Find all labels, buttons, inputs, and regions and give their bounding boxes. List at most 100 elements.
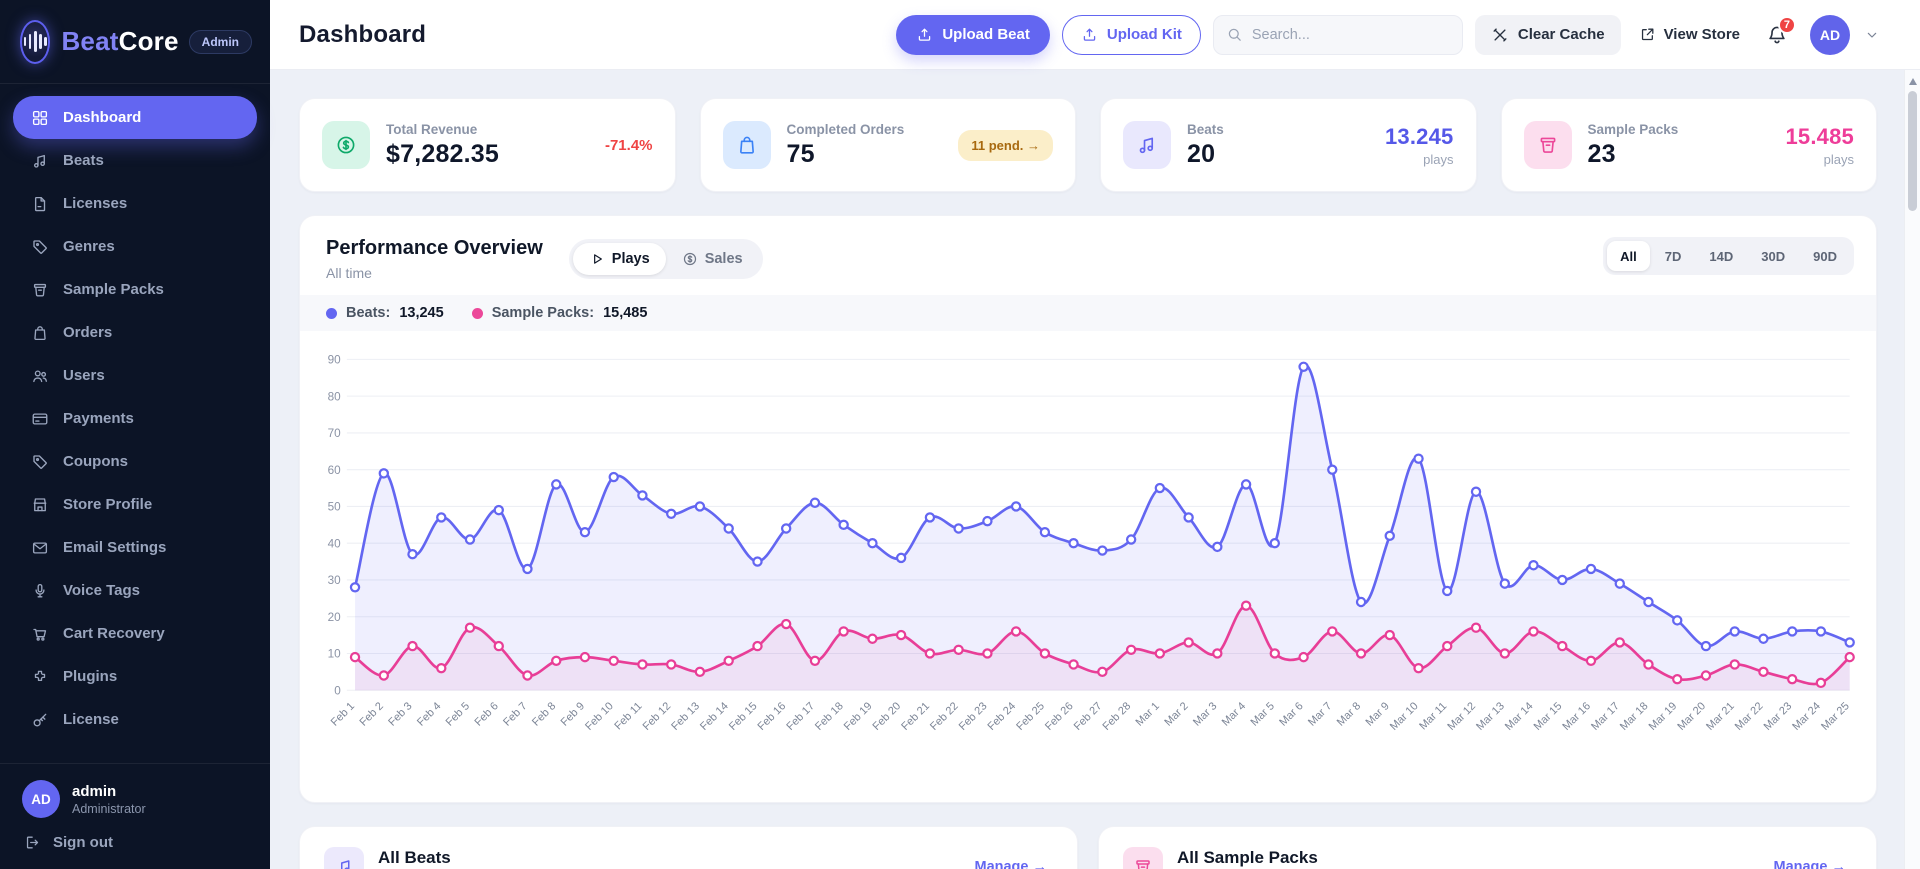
svg-text:60: 60	[328, 464, 342, 477]
tab-plays[interactable]: Plays	[572, 243, 666, 275]
sidebar-item-label: Licenses	[63, 195, 128, 212]
svg-text:Mar 11: Mar 11	[1417, 700, 1449, 732]
sidebar-item-email-settings[interactable]: Email Settings	[13, 526, 257, 569]
svg-text:Feb 1: Feb 1	[329, 700, 357, 728]
note-icon	[1123, 121, 1171, 169]
sidebar-item-label: Store Profile	[63, 496, 153, 513]
range-30d[interactable]: 30D	[1748, 241, 1798, 271]
sidebar-item-label: Orders	[63, 324, 113, 341]
scrollbar-thumb[interactable]	[1908, 91, 1917, 211]
svg-text:90: 90	[328, 354, 342, 367]
sidebar-item-store-profile[interactable]: Store Profile	[13, 483, 257, 526]
sidebar-item-orders[interactable]: Orders	[13, 311, 257, 354]
line-chart: 0 10 20 30 40 50 60 70 80 90 Feb 1 Feb 2 Feb 3 Feb 4F…	[300, 331, 1876, 802]
svg-text:Mar 15: Mar 15	[1532, 700, 1565, 733]
card-icon	[31, 410, 49, 428]
sidebar-item-genres[interactable]: Genres	[13, 225, 257, 268]
sidebar-item-voice-tags[interactable]: Voice Tags	[13, 569, 257, 612]
chart-title: Performance Overview	[326, 237, 543, 259]
notifications-button[interactable]: 7	[1766, 15, 1796, 46]
user-role: Administrator	[72, 801, 146, 816]
sidebar-item-coupons[interactable]: Coupons	[13, 440, 257, 483]
app-logo: BeatCore Admin	[0, 0, 270, 84]
svg-text:Feb 28: Feb 28	[1101, 700, 1134, 733]
cart-icon	[31, 625, 49, 643]
users-icon	[31, 367, 49, 385]
svg-text:Mar 6: Mar 6	[1277, 700, 1305, 728]
sidebar-item-license[interactable]: License	[13, 698, 257, 741]
store-icon	[31, 496, 49, 514]
note-icon	[324, 847, 364, 869]
page-scrollbar[interactable]	[1904, 70, 1920, 869]
stat-card-completed-orders: Completed Orders 75 11 pend. →	[699, 98, 1076, 192]
note-icon	[31, 152, 49, 170]
svg-text:Feb 10: Feb 10	[583, 700, 616, 733]
stat-value: 23	[1587, 139, 1616, 168]
manage-link[interactable]: Manage →	[974, 859, 1047, 869]
sidebar-item-beats[interactable]: Beats	[13, 139, 257, 182]
mail-icon	[31, 539, 49, 557]
notification-count-badge: 7	[1777, 15, 1796, 34]
range-7d[interactable]: 7D	[1652, 241, 1695, 271]
manage-link[interactable]: Manage →	[1773, 859, 1846, 869]
view-store-link[interactable]: View Store	[1639, 26, 1740, 43]
svg-text:Mar 1: Mar 1	[1134, 700, 1162, 728]
svg-text:Feb 14: Feb 14	[698, 700, 731, 733]
stat-label: Beats	[1187, 121, 1224, 137]
dollar-icon	[682, 251, 698, 267]
bag-icon	[31, 324, 49, 342]
sidebar-item-users[interactable]: Users	[13, 354, 257, 397]
tab-sales[interactable]: Sales	[666, 243, 759, 275]
sign-out-button[interactable]: Sign out	[22, 834, 248, 851]
pending-orders-badge[interactable]: 11 pend. →	[958, 129, 1053, 161]
svg-text:Feb 22: Feb 22	[928, 700, 961, 733]
mic-icon	[31, 582, 49, 600]
sidebar-item-label: Plugins	[63, 668, 118, 685]
sidebar-item-label: Coupons	[63, 453, 128, 470]
chevron-down-icon[interactable]	[1864, 27, 1880, 43]
upload-beat-button[interactable]: Upload Beat	[896, 14, 1050, 55]
tag-icon	[31, 453, 49, 471]
performance-overview-card: Performance Overview All time Plays Sales…	[299, 215, 1877, 804]
sidebar-item-plugins[interactable]: Plugins	[13, 655, 257, 698]
sidebar-item-dashboard[interactable]: Dashboard	[13, 96, 257, 139]
stat-value: 20	[1187, 139, 1216, 168]
upload-kit-button[interactable]: Upload Kit	[1061, 14, 1201, 55]
range-all[interactable]: All	[1607, 241, 1650, 271]
svg-text:Feb 25: Feb 25	[1014, 700, 1047, 733]
account-avatar[interactable]: AD	[1810, 14, 1850, 55]
chart-legend: Beats: 13,245 Sample Packs: 15,485	[300, 295, 1876, 331]
svg-text:Mar 4: Mar 4	[1220, 700, 1248, 728]
clear-cache-button[interactable]: Clear Cache	[1474, 14, 1621, 55]
sidebar-item-sample-packs[interactable]: Sample Packs	[13, 268, 257, 311]
plays-count: 15.485	[1785, 123, 1854, 149]
sidebar-item-cart-recovery[interactable]: Cart Recovery	[13, 612, 257, 655]
grid-icon	[31, 109, 49, 127]
sidebar-item-payments[interactable]: Payments	[13, 397, 257, 440]
bin-icon	[1523, 121, 1572, 169]
svg-text:Mar 24: Mar 24	[1790, 700, 1823, 733]
svg-text:Feb 21: Feb 21	[899, 700, 932, 733]
svg-text:Mar 20: Mar 20	[1675, 700, 1708, 733]
range-14d[interactable]: 14D	[1696, 241, 1746, 271]
dollar-icon	[322, 121, 370, 169]
sidebar: BeatCore Admin Dashboard Beats Licenses Gen…	[0, 0, 270, 869]
svg-text:40: 40	[328, 537, 342, 550]
svg-text:Feb 26: Feb 26	[1043, 700, 1076, 733]
doc-icon	[31, 195, 49, 213]
svg-text:Feb 8: Feb 8	[530, 700, 558, 728]
play-icon	[589, 251, 605, 267]
range-filter: All 7D 14D 30D 90D	[1603, 237, 1854, 275]
range-90d[interactable]: 90D	[1800, 241, 1850, 271]
svg-text:Feb 17: Feb 17	[784, 700, 817, 733]
svg-text:Feb 12: Feb 12	[641, 700, 674, 733]
svg-text:Feb 16: Feb 16	[756, 700, 789, 733]
search-icon	[1226, 26, 1243, 43]
svg-text:50: 50	[328, 501, 342, 514]
upload-icon	[916, 26, 933, 43]
app-name: BeatCore	[61, 26, 179, 56]
search-input[interactable]	[1251, 26, 1450, 43]
scroll-up-arrow-icon[interactable]	[1908, 78, 1917, 85]
chart-subtitle: All time	[326, 265, 372, 281]
sidebar-item-licenses[interactable]: Licenses	[13, 182, 257, 225]
